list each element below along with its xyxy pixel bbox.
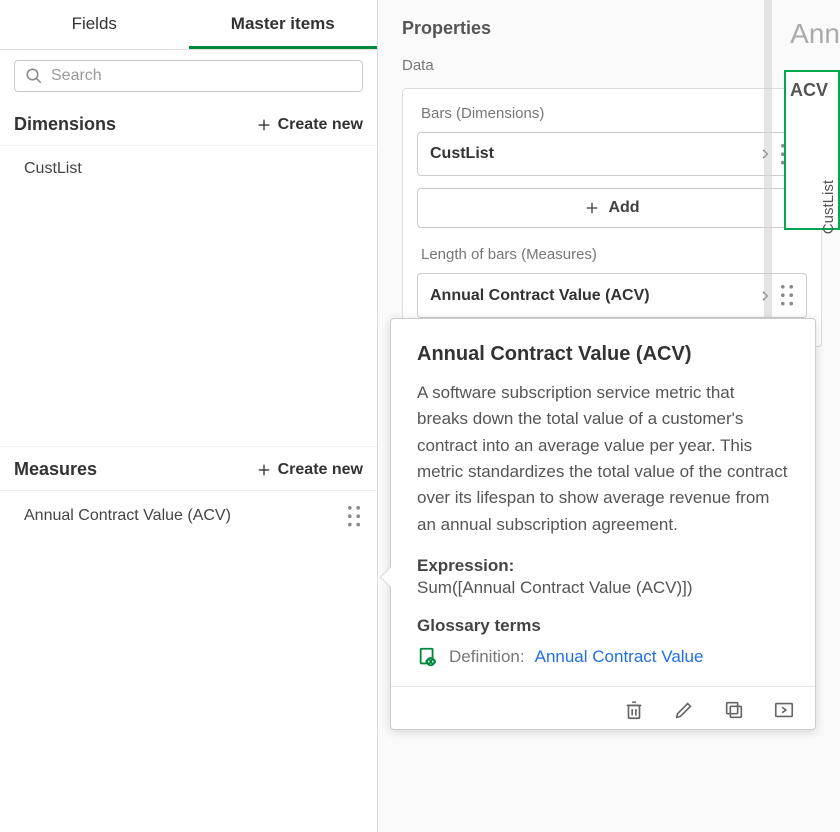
assets-tabs: Fields Master items: [0, 0, 377, 50]
tooltip-description: A software subscription service metric t…: [417, 380, 789, 538]
expression-label: Expression:: [417, 556, 789, 576]
delete-icon[interactable]: [623, 699, 645, 721]
glossary-link[interactable]: Annual Contract Value: [535, 647, 704, 667]
search-icon: [25, 67, 43, 85]
length-measures-label: Length of bars (Measures): [421, 246, 807, 263]
bars-dimensions-label: Bars (Dimensions): [421, 105, 807, 122]
export-icon[interactable]: [773, 699, 795, 721]
tooltip-title: Annual Contract Value (ACV): [417, 343, 789, 366]
create-measure-button[interactable]: Create new: [256, 461, 363, 479]
assets-panel: Fields Master items Dimensions Create ne…: [0, 0, 378, 832]
add-button-label: Add: [608, 199, 639, 217]
tab-master-items[interactable]: Master items: [189, 0, 378, 49]
dimension-item-label: CustList: [24, 160, 82, 178]
measure-item[interactable]: Annual Contract Value (ACV): [0, 491, 377, 541]
dimension-pill[interactable]: CustList: [417, 132, 807, 176]
create-measure-label: Create new: [278, 461, 363, 479]
measure-tooltip: Annual Contract Value (ACV) A software s…: [390, 318, 816, 730]
drag-handle-icon[interactable]: [780, 284, 794, 306]
measure-item-label: Annual Contract Value (ACV): [24, 507, 231, 525]
plus-icon: [584, 200, 600, 216]
chart-preview-title: ACV: [790, 80, 834, 101]
measures-heading: Measures: [14, 459, 97, 480]
edit-icon[interactable]: [673, 699, 695, 721]
measure-pill[interactable]: Annual Contract Value (ACV): [417, 273, 807, 317]
definition-label: Definition:: [449, 647, 525, 667]
data-card: Bars (Dimensions) CustList Add Length of…: [402, 88, 822, 347]
plus-icon: [256, 462, 272, 478]
add-dimension-button[interactable]: Add: [417, 188, 807, 228]
tooltip-actions: [391, 686, 815, 729]
search-box[interactable]: [14, 60, 363, 92]
dimension-item[interactable]: CustList: [0, 146, 377, 192]
plus-icon: [256, 117, 272, 133]
chart-title-fragment: Ann: [790, 18, 840, 50]
create-dimension-label: Create new: [278, 116, 363, 134]
glossary-icon: [417, 646, 439, 668]
tab-fields[interactable]: Fields: [0, 0, 189, 49]
chart-axis-label: CustList: [820, 180, 837, 234]
dimension-pill-label: CustList: [430, 145, 494, 163]
duplicate-icon[interactable]: [723, 699, 745, 721]
expression-value: Sum([Annual Contract Value (ACV)]): [417, 578, 789, 598]
create-dimension-button[interactable]: Create new: [256, 116, 363, 134]
dimensions-heading: Dimensions: [14, 114, 116, 135]
glossary-label: Glossary terms: [417, 616, 789, 636]
measure-pill-label: Annual Contract Value (ACV): [430, 287, 650, 305]
drag-handle-icon[interactable]: [347, 505, 361, 527]
scrollbar[interactable]: [764, 0, 772, 320]
search-input[interactable]: [51, 67, 352, 85]
